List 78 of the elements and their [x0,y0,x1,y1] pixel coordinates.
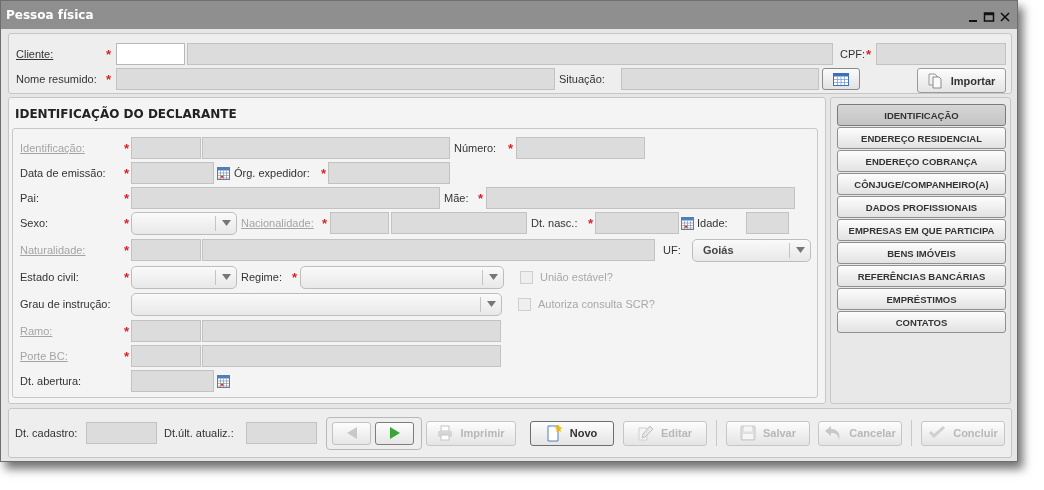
table-button[interactable] [822,68,860,90]
field-label: Nome resumido: [16,73,98,85]
section-tab[interactable]: EMPRESAS EM QUE PARTICIPA [837,219,1006,241]
field-label: Dt.últ. atualiz.: [164,427,235,439]
section-tab[interactable]: REFERÊNCIAS BANCÁRIAS [837,265,1006,287]
field-label: Sexo: [20,217,50,229]
new-document-icon [546,424,563,442]
section-tab[interactable]: CONTATOS [837,311,1006,333]
dropdown[interactable] [131,292,502,316]
field-label: Situação: [559,73,606,85]
required-mark: * [124,270,130,284]
field-label: Dt. abertura: [20,375,83,387]
field-label: UF: [663,244,682,256]
section-tab[interactable]: IDENTIFICAÇÃO [837,104,1006,126]
right-triangle-icon [389,427,400,439]
dropdown[interactable] [131,265,237,289]
section-title: IDENTIFICAÇÃO DO DECLARANTE [14,105,238,123]
required-mark: * [588,216,594,230]
section-tab[interactable]: CÔNJUGE/COMPANHEIRO(A) [837,173,1006,195]
required-mark: * [124,191,130,205]
dropdown[interactable] [300,265,504,289]
calendar-icon[interactable] [681,216,694,230]
required-mark: * [322,216,328,230]
pencil-icon [637,425,654,441]
required-mark: * [292,270,298,284]
table-icon [833,72,849,86]
caret-icon [796,247,805,253]
caret-icon [489,274,498,280]
checkbox-label: União estável? [540,271,613,283]
required-mark: * [321,166,327,180]
required-mark: * [124,243,130,257]
toolbar-button[interactable]: Novo [530,420,614,446]
caret-icon [222,220,231,226]
caret-icon [222,274,231,280]
maximize-icon[interactable] [983,11,995,23]
section-tab[interactable]: ENDEREÇO COBRANÇA [837,150,1006,172]
required-mark: * [508,141,514,155]
dropdown[interactable] [131,211,237,235]
section-tab[interactable]: EMPRÉSTIMOS [837,288,1006,310]
required-mark: * [106,72,112,86]
required-mark: * [124,141,130,155]
required-mark: * [124,166,130,180]
field-label: Pai: [20,192,40,204]
required-mark: * [124,349,130,363]
required-mark: * [124,216,130,230]
close-icon[interactable] [999,11,1011,23]
section-tab[interactable]: ENDEREÇO RESIDENCIAL [837,127,1006,149]
caret-icon [487,301,496,307]
calendar-icon[interactable] [217,166,230,180]
checkbox-label: Autoriza consulta SCR? [538,298,655,310]
section-tab[interactable]: BENS IMÓVEIS [837,242,1006,264]
required-mark: * [478,191,484,205]
field-label: Idade: [697,217,729,229]
field-label: Grau de instrução: [20,298,112,310]
field-label: Mãe: [444,192,470,204]
documents-icon [927,72,943,89]
field-label: CPF: [840,48,866,60]
field-label: Regime: [241,271,283,283]
printer-icon [437,425,454,441]
field-label: Dt. nasc.: [531,217,579,229]
field-label: Estado civil: [20,271,80,283]
field-label: Data de emissão: [20,167,107,179]
field-label[interactable]: Cliente: [16,48,106,60]
calendar-icon[interactable] [217,374,230,388]
input-field[interactable] [116,43,185,65]
import-button[interactable]: Importar [917,68,1006,93]
field-label: Número: [454,142,498,154]
left-triangle-icon [346,427,357,439]
field-label: Órg. expedidor: [234,167,311,179]
required-mark: * [106,47,112,61]
check-icon [928,426,947,440]
dropdown[interactable]: Goiás [692,238,811,262]
field-label: Dt. cadastro: [15,427,79,439]
window-title: Pessoa física [6,8,94,22]
required-mark: * [124,324,130,338]
section-tab[interactable]: DADOS PROFISSIONAIS [837,196,1006,218]
required-mark: * [866,47,872,61]
next-button[interactable] [375,421,414,445]
